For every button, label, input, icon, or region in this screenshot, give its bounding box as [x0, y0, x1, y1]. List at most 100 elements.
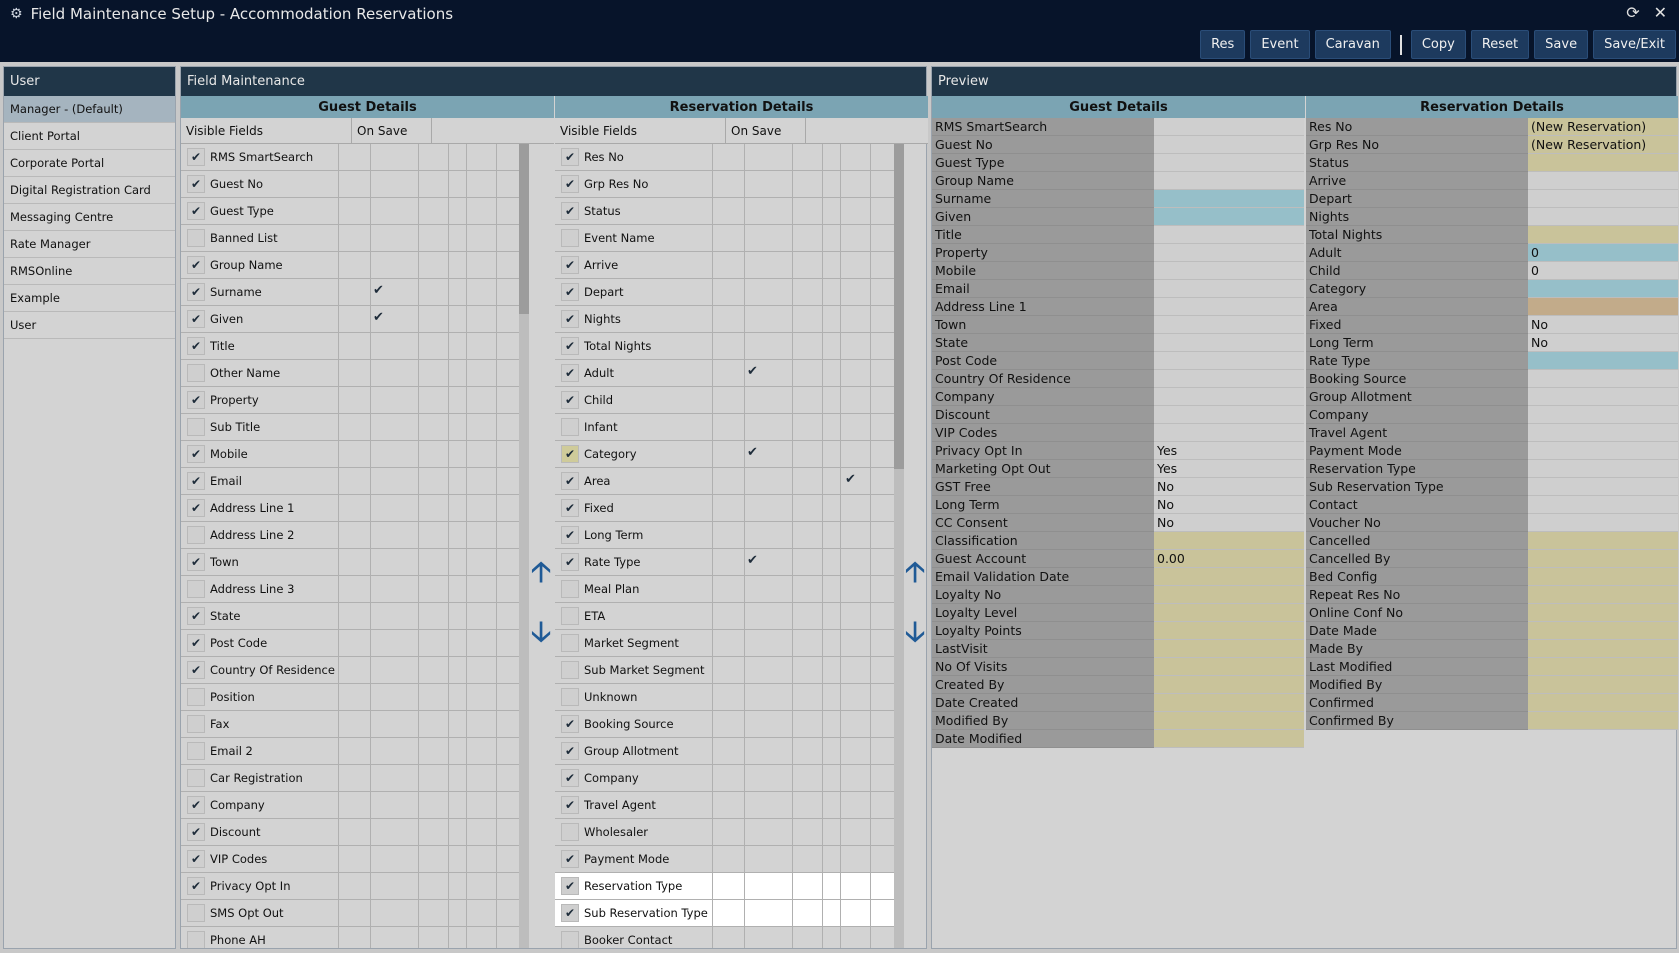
preview-value[interactable]: [1154, 388, 1304, 406]
user-list-item[interactable]: Manager - (Default): [4, 96, 175, 123]
preview-value[interactable]: [1154, 172, 1304, 190]
preview-value[interactable]: [1528, 694, 1678, 712]
preview-value[interactable]: [1154, 406, 1304, 424]
preview-value[interactable]: [1154, 118, 1304, 136]
visible-checkbox[interactable]: ✔: [187, 283, 205, 301]
visible-checkbox[interactable]: [561, 607, 579, 625]
preview-value[interactable]: [1154, 604, 1304, 622]
preview-value[interactable]: [1528, 352, 1678, 370]
reset-button[interactable]: Reset: [1470, 30, 1530, 59]
visible-checkbox[interactable]: [187, 715, 205, 733]
arrow-down-icon[interactable]: 🡣: [531, 611, 551, 659]
visible-checkbox[interactable]: [561, 580, 579, 598]
visible-checkbox[interactable]: ✔: [561, 256, 579, 274]
visible-checkbox[interactable]: ✔: [561, 742, 579, 760]
preview-value[interactable]: [1154, 586, 1304, 604]
visible-checkbox[interactable]: ✔: [187, 310, 205, 328]
on-save-check[interactable]: ✔: [747, 364, 758, 379]
preview-value[interactable]: [1528, 658, 1678, 676]
visible-checkbox[interactable]: [561, 688, 579, 706]
visible-checkbox[interactable]: ✔: [561, 364, 579, 382]
preview-value[interactable]: [1154, 136, 1304, 154]
preview-value[interactable]: [1154, 244, 1304, 262]
preview-value[interactable]: [1154, 298, 1304, 316]
preview-value[interactable]: Yes: [1154, 460, 1304, 478]
preview-value[interactable]: 0: [1528, 262, 1678, 280]
preview-value[interactable]: [1154, 154, 1304, 172]
visible-checkbox[interactable]: ✔: [561, 337, 579, 355]
visible-checkbox[interactable]: ✔: [187, 823, 205, 841]
user-list-item[interactable]: Client Portal: [4, 123, 175, 150]
preview-value[interactable]: No: [1154, 496, 1304, 514]
preview-value[interactable]: [1528, 388, 1678, 406]
visible-checkbox[interactable]: ✔: [561, 850, 579, 868]
visible-checkbox[interactable]: [561, 418, 579, 436]
preview-value[interactable]: [1154, 640, 1304, 658]
on-save-check[interactable]: ✔: [747, 445, 758, 460]
visible-checkbox[interactable]: ✔: [187, 445, 205, 463]
visible-checkbox[interactable]: ✔: [187, 256, 205, 274]
refresh-icon[interactable]: ⟳: [1626, 3, 1639, 22]
preview-value[interactable]: No: [1528, 334, 1678, 352]
preview-value[interactable]: [1528, 712, 1678, 730]
user-list-item[interactable]: RMSOnline: [4, 258, 175, 285]
preview-value[interactable]: [1154, 712, 1304, 730]
visible-checkbox[interactable]: [561, 931, 579, 948]
preview-value[interactable]: [1528, 298, 1678, 316]
user-list-item[interactable]: Digital Registration Card: [4, 177, 175, 204]
visible-checkbox[interactable]: [187, 364, 205, 382]
preview-value[interactable]: [1528, 622, 1678, 640]
visible-checkbox[interactable]: [187, 904, 205, 922]
preview-value[interactable]: [1154, 190, 1304, 208]
copy-button[interactable]: Copy: [1410, 30, 1466, 59]
visible-checkbox[interactable]: ✔: [187, 202, 205, 220]
visible-checkbox[interactable]: [187, 229, 205, 247]
visible-checkbox[interactable]: ✔: [187, 553, 205, 571]
user-list-item[interactable]: User: [4, 312, 175, 339]
visible-checkbox[interactable]: ✔: [561, 877, 579, 895]
preview-value[interactable]: [1528, 604, 1678, 622]
visible-checkbox[interactable]: ✔: [561, 796, 579, 814]
visible-checkbox[interactable]: [187, 418, 205, 436]
visible-checkbox[interactable]: ✔: [187, 796, 205, 814]
preview-value[interactable]: [1154, 208, 1304, 226]
preview-value[interactable]: [1528, 550, 1678, 568]
visible-checkbox[interactable]: [561, 661, 579, 679]
preview-value[interactable]: [1154, 370, 1304, 388]
preview-value[interactable]: [1528, 676, 1678, 694]
preview-value[interactable]: [1154, 730, 1304, 748]
visible-checkbox[interactable]: [561, 229, 579, 247]
preview-value[interactable]: [1528, 406, 1678, 424]
visible-checkbox[interactable]: ✔: [187, 634, 205, 652]
preview-value[interactable]: [1528, 460, 1678, 478]
preview-value[interactable]: [1528, 496, 1678, 514]
preview-value[interactable]: [1154, 424, 1304, 442]
visible-checkbox[interactable]: ✔: [561, 175, 579, 193]
user-list-item[interactable]: Example: [4, 285, 175, 312]
visible-checkbox[interactable]: ✔: [187, 175, 205, 193]
visible-checkbox[interactable]: ✔: [187, 499, 205, 517]
visible-checkbox[interactable]: ✔: [561, 769, 579, 787]
preview-value[interactable]: [1528, 514, 1678, 532]
save-button[interactable]: Save: [1534, 30, 1589, 59]
preview-value[interactable]: [1528, 586, 1678, 604]
visible-checkbox[interactable]: ✔: [561, 391, 579, 409]
visible-checkbox[interactable]: [187, 526, 205, 544]
preview-value[interactable]: [1528, 190, 1678, 208]
on-save-check[interactable]: ✔: [373, 310, 384, 325]
preview-value[interactable]: (New Reservation): [1528, 136, 1678, 154]
close-icon[interactable]: ✕: [1654, 3, 1667, 22]
visible-checkbox[interactable]: ✔: [561, 904, 579, 922]
visible-checkbox[interactable]: ✔: [561, 472, 579, 490]
visible-checkbox[interactable]: ✔: [561, 499, 579, 517]
visible-checkbox[interactable]: [187, 688, 205, 706]
visible-checkbox[interactable]: [187, 769, 205, 787]
visible-checkbox[interactable]: ✔: [561, 715, 579, 733]
preview-value[interactable]: [1154, 262, 1304, 280]
user-list-item[interactable]: Rate Manager: [4, 231, 175, 258]
visible-checkbox[interactable]: ✔: [561, 148, 579, 166]
preview-value[interactable]: (New Reservation): [1528, 118, 1678, 136]
preview-value[interactable]: [1528, 568, 1678, 586]
res-button[interactable]: Res: [1200, 30, 1246, 59]
visible-checkbox[interactable]: ✔: [187, 877, 205, 895]
